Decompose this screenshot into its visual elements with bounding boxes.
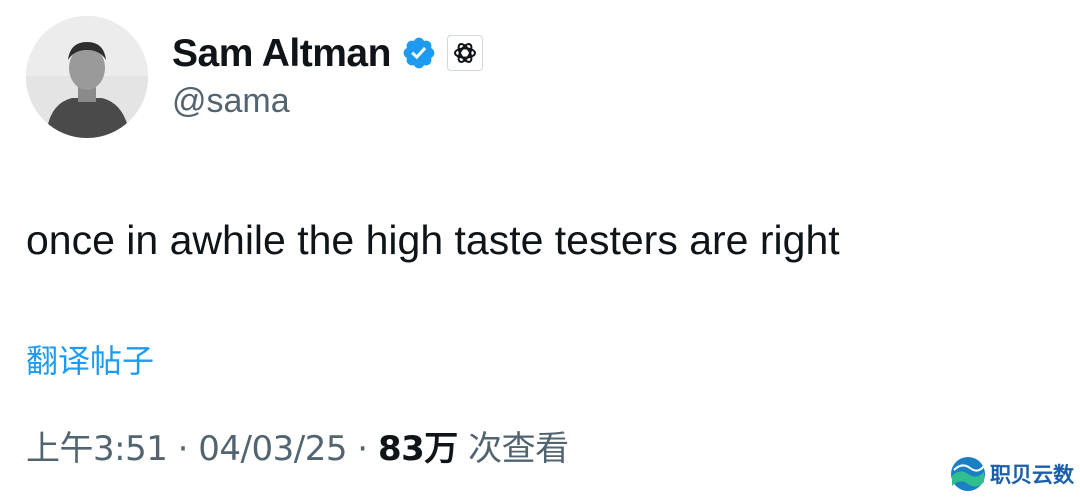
translate-post-link[interactable]: 翻译帖子 xyxy=(26,345,154,377)
tweet-meta: 上午3:51 · 04/03/25 · 83万 次查看 xyxy=(26,432,569,466)
tweet-time[interactable]: 上午3:51 xyxy=(26,429,168,469)
openai-logo-icon[interactable] xyxy=(446,35,483,71)
author-name-row: Sam Altman xyxy=(172,28,483,78)
meta-separator: · xyxy=(167,429,199,469)
watermark-text: 职贝云数 xyxy=(990,463,1074,487)
meta-separator: · xyxy=(347,429,378,469)
avatar-photo xyxy=(26,16,148,138)
watermark: 职贝云数 xyxy=(950,455,1074,493)
avatar[interactable] xyxy=(26,16,148,138)
tweet-date[interactable]: 04/03/25 xyxy=(198,429,347,469)
author-display-name[interactable]: Sam Altman xyxy=(172,34,391,73)
verified-badge-icon[interactable] xyxy=(401,35,437,71)
views-label: 次查看 xyxy=(457,429,569,469)
views-count[interactable]: 83万 xyxy=(378,429,458,469)
tweet-text: once in awhile the high taste testers ar… xyxy=(26,217,840,263)
watermark-logo-icon xyxy=(951,457,985,491)
author-handle[interactable]: @sama xyxy=(172,84,290,118)
